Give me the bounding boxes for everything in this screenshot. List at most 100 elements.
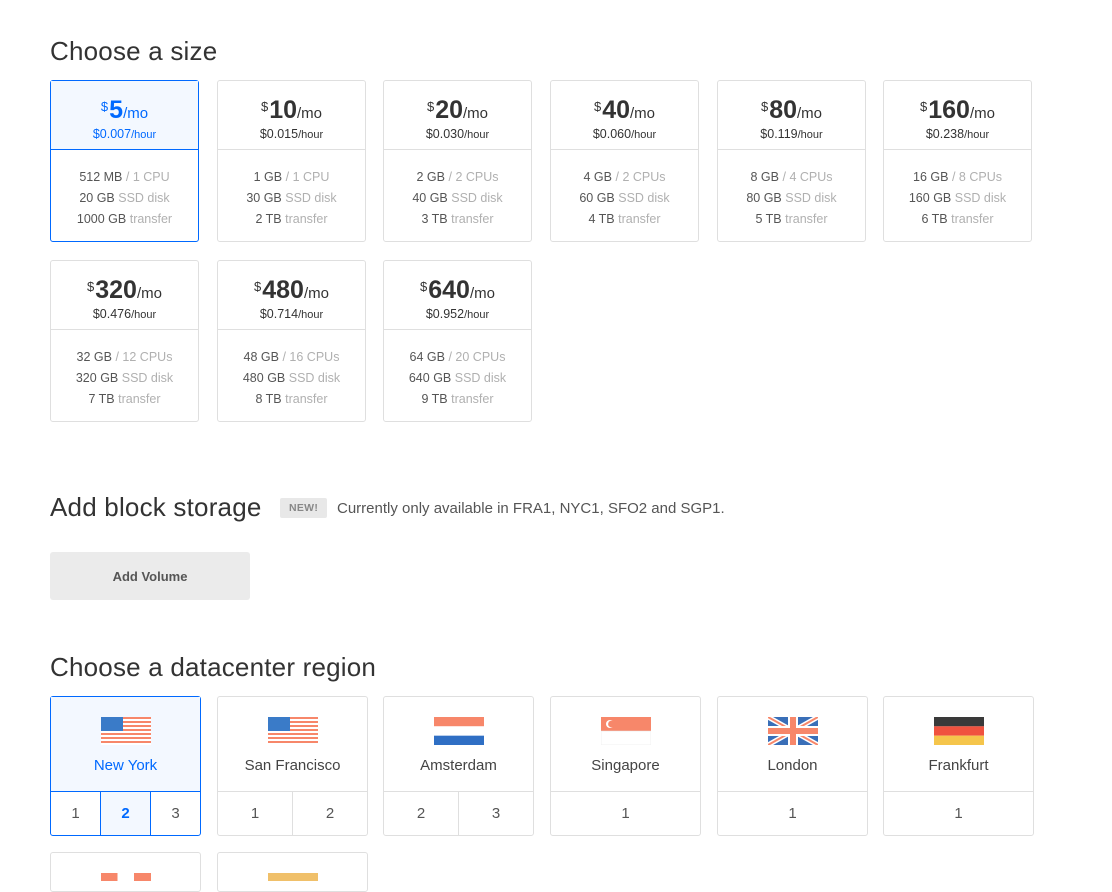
hourly-price: $0.015/hour [218,127,365,141]
hourly-price: $0.060/hour [551,127,698,141]
hourly-price: $0.007/hour [51,127,198,141]
price-box: $480/mo $0.714/hour [218,261,365,330]
price-amount: 10 [269,96,298,124]
datacenter-card[interactable]: Frankfurt 1 [883,696,1034,836]
specs-list: 512 MB / 1 CPU 20 GB SSD disk 1000 GB tr… [51,150,198,230]
datacenter-number-option[interactable]: 1 [218,792,293,835]
datacenter-number-option[interactable]: 1 [551,792,700,835]
datacenter-region-select[interactable]: Frankfurt [884,697,1033,792]
choose-datacenter-title: Choose a datacenter region [50,652,377,682]
spec-transfer: 1000 GB transfer [51,209,198,230]
monthly-price: $5/mo [51,93,198,128]
datacenter-card[interactable]: San Francisco 12 [217,696,368,836]
new-badge: NEW! [280,498,328,518]
us-flag-icon [268,717,318,745]
spec-transfer-size: 4 TB [588,212,615,226]
spec-transfer-size: 1000 GB [76,212,127,226]
datacenter-number-option[interactable]: 3 [151,792,200,835]
hourly-unit: /hour [464,129,490,141]
datacenter-region-select[interactable]: New York [51,697,200,792]
spec-transfer-size: 9 TB [421,392,448,406]
spec-disk-size: 320 GB [75,371,119,385]
datacenter-number-row: 23 [384,792,533,835]
spec-disk: 30 GB SSD disk [218,188,365,209]
datacenter-region-select[interactable]: Singapore [551,697,700,792]
spec-memory-cpu: 64 GB / 20 CPUs [409,350,506,364]
spec-cpu: 8 CPUs [958,170,1002,184]
hourly-price: $0.476/hour [51,307,198,321]
datacenter-region-select[interactable]: Amsterdam [384,697,533,792]
datacenter-number-option[interactable]: 2 [101,792,151,835]
datacenter-number-row: 1 [551,792,700,835]
datacenter-card-partial[interactable] [50,852,201,892]
spec-cpu: 2 CPUs [622,170,666,184]
price-box: $5/mo $0.007/hour [51,81,198,150]
datacenter-number-option[interactable]: 2 [384,792,459,835]
monthly-price: $320/mo [51,273,198,308]
spec-memory-cpu: 2 GB / 2 CPUs [416,170,499,184]
spec-disk-size: 480 GB [242,371,286,385]
size-option-card[interactable]: $160/mo $0.238/hour 16 GB / 8 CPUs 160 G… [883,80,1032,242]
size-option-card[interactable]: $320/mo $0.476/hour 32 GB / 12 CPUs 320 … [50,260,199,422]
datacenter-card-partial[interactable] [217,852,368,892]
spec-transfer: 7 TB transfer [51,389,198,410]
datacenter-number-row: 1 [718,792,867,835]
size-option-card[interactable]: $5/mo $0.007/hour 512 MB / 1 CPU 20 GB S… [50,80,199,242]
datacenter-number-row: 12 [218,792,367,835]
datacenter-number-option[interactable]: 1 [51,792,101,835]
spec-disk-label: SSD disk [454,371,507,385]
spec-disk-size: 160 GB [908,191,952,205]
spec-transfer-label: transfer [285,212,328,226]
gb-flag-icon [768,717,818,745]
size-option-card[interactable]: $640/mo $0.952/hour 64 GB / 20 CPUs 640 … [383,260,532,422]
size-option-card[interactable]: $10/mo $0.015/hour 1 GB / 1 CPU 30 GB SS… [217,80,366,242]
add-volume-button[interactable]: Add Volume [50,552,250,600]
price-amount: 480 [262,276,304,304]
specs-list: 48 GB / 16 CPUs 480 GB SSD disk 8 TB tra… [218,330,365,410]
price-period: /mo [297,105,323,122]
spec-transfer-size: 6 TB [921,212,948,226]
size-option-card[interactable]: $40/mo $0.060/hour 4 GB / 2 CPUs 60 GB S… [550,80,699,242]
price-period: /mo [123,105,149,122]
size-option-card[interactable]: $20/mo $0.030/hour 2 GB / 2 CPUs 40 GB S… [383,80,532,242]
spec-transfer-size: 8 TB [255,392,282,406]
spec-transfer-label: transfer [118,392,161,406]
monthly-price: $80/mo [718,93,865,128]
spec-disk: 60 GB SSD disk [551,188,698,209]
hourly-amount: $0.119 [760,127,798,141]
spec-disk: 320 GB SSD disk [51,368,198,389]
hourly-unit: /hour [131,309,157,321]
hourly-amount: $0.476 [92,307,132,321]
datacenter-number-option[interactable]: 1 [884,792,1033,835]
datacenter-card[interactable]: Singapore 1 [550,696,701,836]
flag-icon [101,873,151,881]
spec-cpu: 12 CPUs [122,350,173,364]
datacenter-number-option[interactable]: 3 [459,792,533,835]
spec-memory: 48 GB [243,350,279,364]
price-amount: 160 [928,96,970,124]
spec-transfer-label: transfer [451,392,494,406]
price-amount: 640 [428,276,470,304]
datacenter-card[interactable]: New York 123 [50,696,201,836]
datacenter-number-option[interactable]: 2 [293,792,367,835]
datacenter-name: New York [93,757,158,774]
datacenter-card[interactable]: London 1 [717,696,868,836]
datacenter-region-select[interactable]: San Francisco [218,697,367,792]
hourly-price: $0.238/hour [884,127,1031,141]
datacenter-card[interactable]: Amsterdam 23 [383,696,534,836]
hourly-price: $0.952/hour [384,307,531,321]
datacenter-number-option[interactable]: 1 [718,792,867,835]
spec-memory: 64 GB [409,350,445,364]
spec-disk: 480 GB SSD disk [218,368,365,389]
spec-memory-cpu: 16 GB / 8 CPUs [913,170,1002,184]
datacenter-region-select[interactable]: London [718,697,867,792]
spec-transfer: 9 TB transfer [384,389,531,410]
size-option-card[interactable]: $480/mo $0.714/hour 48 GB / 16 CPUs 480 … [217,260,366,422]
price-period: /mo [797,105,823,122]
price-amount: 5 [109,96,124,124]
spec-memory: 16 GB [913,170,949,184]
specs-list: 8 GB / 4 CPUs 80 GB SSD disk 5 TB transf… [718,150,865,230]
monthly-price: $640/mo [384,273,531,308]
price-box: $80/mo $0.119/hour [718,81,865,150]
size-option-card[interactable]: $80/mo $0.119/hour 8 GB / 4 CPUs 80 GB S… [717,80,866,242]
